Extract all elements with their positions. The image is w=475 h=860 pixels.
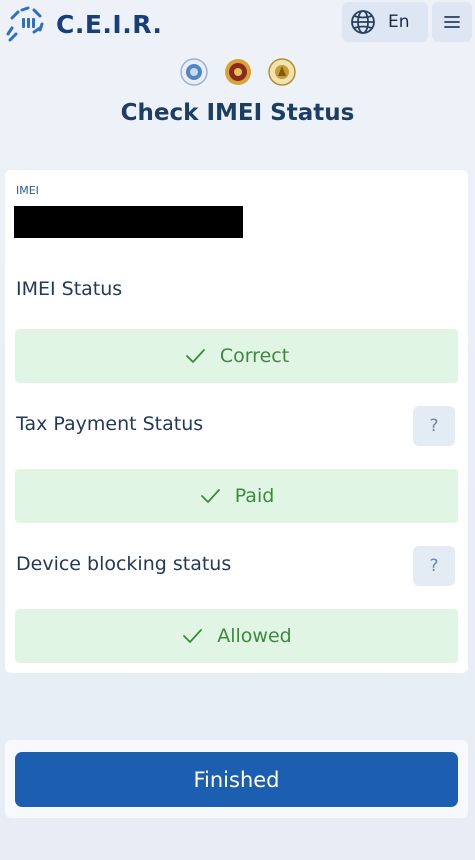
status-card: IMEI REDACTED IMEI Status Correct Tax Pa…: [5, 170, 468, 673]
logo-text: C.E.I.R.: [56, 9, 163, 39]
blocking-status-badge: Allowed: [15, 609, 458, 663]
imei-label: IMEI: [16, 184, 39, 197]
blocking-status-title: Device blocking status: [16, 553, 232, 575]
blocking-status-value: Allowed: [217, 625, 292, 647]
check-icon: [200, 489, 220, 503]
logo-icon: [6, 6, 44, 42]
imei-value-redacted: REDACTED: [14, 206, 243, 238]
check-icon: [185, 349, 205, 363]
blocking-help-button[interactable]: ?: [413, 546, 455, 586]
check-icon: [183, 629, 203, 643]
tax-status-title: Tax Payment Status: [16, 413, 204, 435]
globe-icon: [351, 10, 375, 34]
seal-icon: [267, 58, 296, 86]
finished-button[interactable]: Finished: [15, 752, 458, 807]
tax-status-value: Paid: [234, 485, 275, 507]
page-title: Check IMEI Status: [120, 100, 355, 126]
language-label: En: [388, 12, 410, 32]
help-icon: ?: [429, 416, 439, 436]
imei-status-badge: Correct: [15, 329, 458, 383]
seal-icon: [179, 58, 208, 86]
imei-status-title: IMEI Status: [16, 278, 123, 300]
logo[interactable]: C.E.I.R.: [4, 4, 162, 44]
tax-help-button[interactable]: ?: [413, 406, 455, 446]
footer-panel: Finished: [5, 740, 468, 818]
agency-seals: [0, 58, 475, 86]
seal-icon: [224, 59, 251, 85]
menu-button[interactable]: [432, 2, 472, 42]
tax-status-badge: Paid: [15, 469, 458, 523]
language-button[interactable]: En: [342, 2, 428, 42]
imei-status-value: Correct: [219, 345, 290, 367]
menu-icon: [444, 16, 460, 28]
help-icon: ?: [429, 556, 439, 576]
header: C.E.I.R. En: [0, 0, 475, 50]
